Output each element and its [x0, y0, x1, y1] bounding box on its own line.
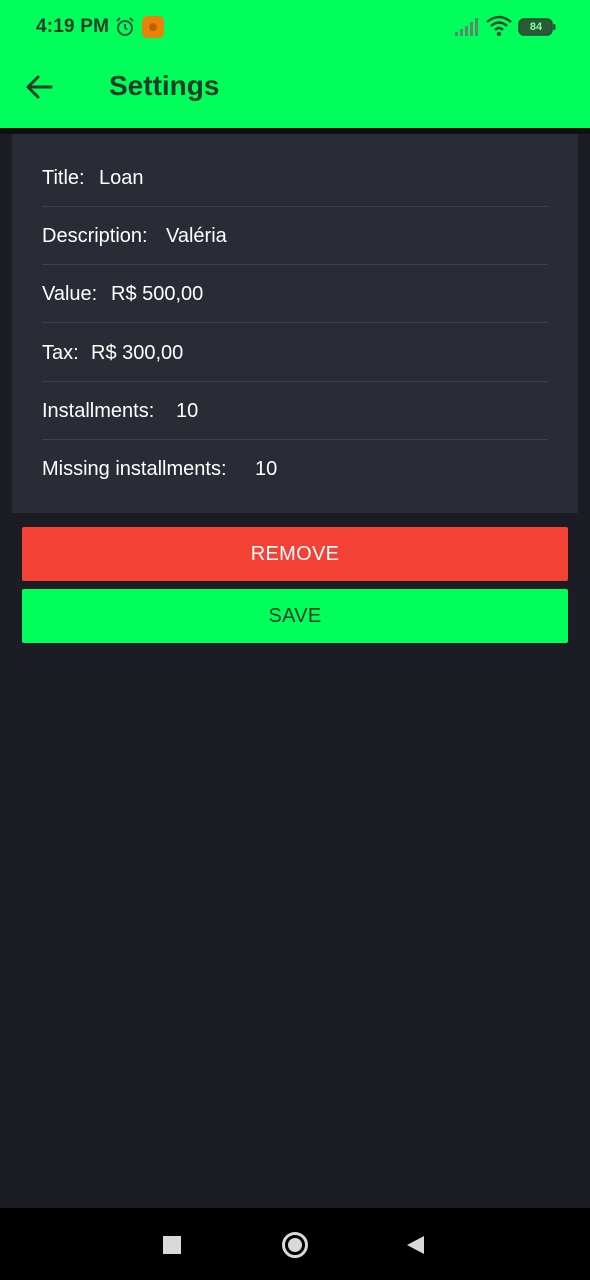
- field-value: R$ 300,00: [91, 342, 184, 364]
- arrow-left-icon[interactable]: [22, 70, 56, 104]
- field-label: Missing installments:: [42, 458, 227, 480]
- field-description: Description: Valéria: [42, 207, 548, 265]
- status-bar: 4:19 PM 84: [0, 0, 590, 56]
- home-circle-icon[interactable]: [282, 1232, 308, 1258]
- header: 4:19 PM 84 Settings: [0, 0, 590, 128]
- field-label: Title:: [42, 167, 85, 189]
- field-missing-installments: Missing installments: 10: [42, 440, 548, 498]
- battery-level: 84: [529, 21, 543, 33]
- notification-app-icon: [142, 16, 164, 38]
- field-label: Tax:: [42, 342, 79, 364]
- back-triangle-icon[interactable]: [404, 1234, 426, 1256]
- recents-square-icon[interactable]: [163, 1236, 181, 1254]
- system-nav-bar: [0, 1208, 590, 1280]
- field-value: Valéria: [166, 225, 227, 247]
- field-value: 10: [176, 400, 199, 422]
- signal-icon: [455, 18, 478, 36]
- field-label: Description:: [42, 225, 148, 247]
- field-value: Loan: [99, 167, 144, 189]
- field-tax: Tax: R$ 300,00: [42, 324, 548, 382]
- field-value: R$ 500,00: [111, 283, 204, 305]
- loan-details-card: Title: Loan Description: Valéria Value: …: [12, 134, 578, 513]
- save-button[interactable]: SAVE: [22, 589, 568, 643]
- field-value-amount: Value: R$ 500,00: [42, 265, 548, 323]
- battery-icon: 84: [518, 17, 556, 37]
- remove-button[interactable]: REMOVE: [22, 527, 568, 581]
- field-title: Title: Loan: [42, 149, 548, 207]
- alarm-icon: [116, 17, 134, 36]
- field-label: Value:: [42, 283, 98, 305]
- field-value: 10: [255, 458, 278, 480]
- field-installments: Installments: 10: [42, 382, 548, 440]
- status-time: 4:19 PM: [36, 16, 110, 37]
- app-screen: 4:19 PM 84 Settings Title: Loan Descript…: [0, 0, 590, 1280]
- page-title: Settings: [109, 70, 220, 101]
- wifi-icon: [486, 15, 512, 37]
- field-label: Installments:: [42, 400, 155, 422]
- app-bar: Settings: [0, 56, 590, 128]
